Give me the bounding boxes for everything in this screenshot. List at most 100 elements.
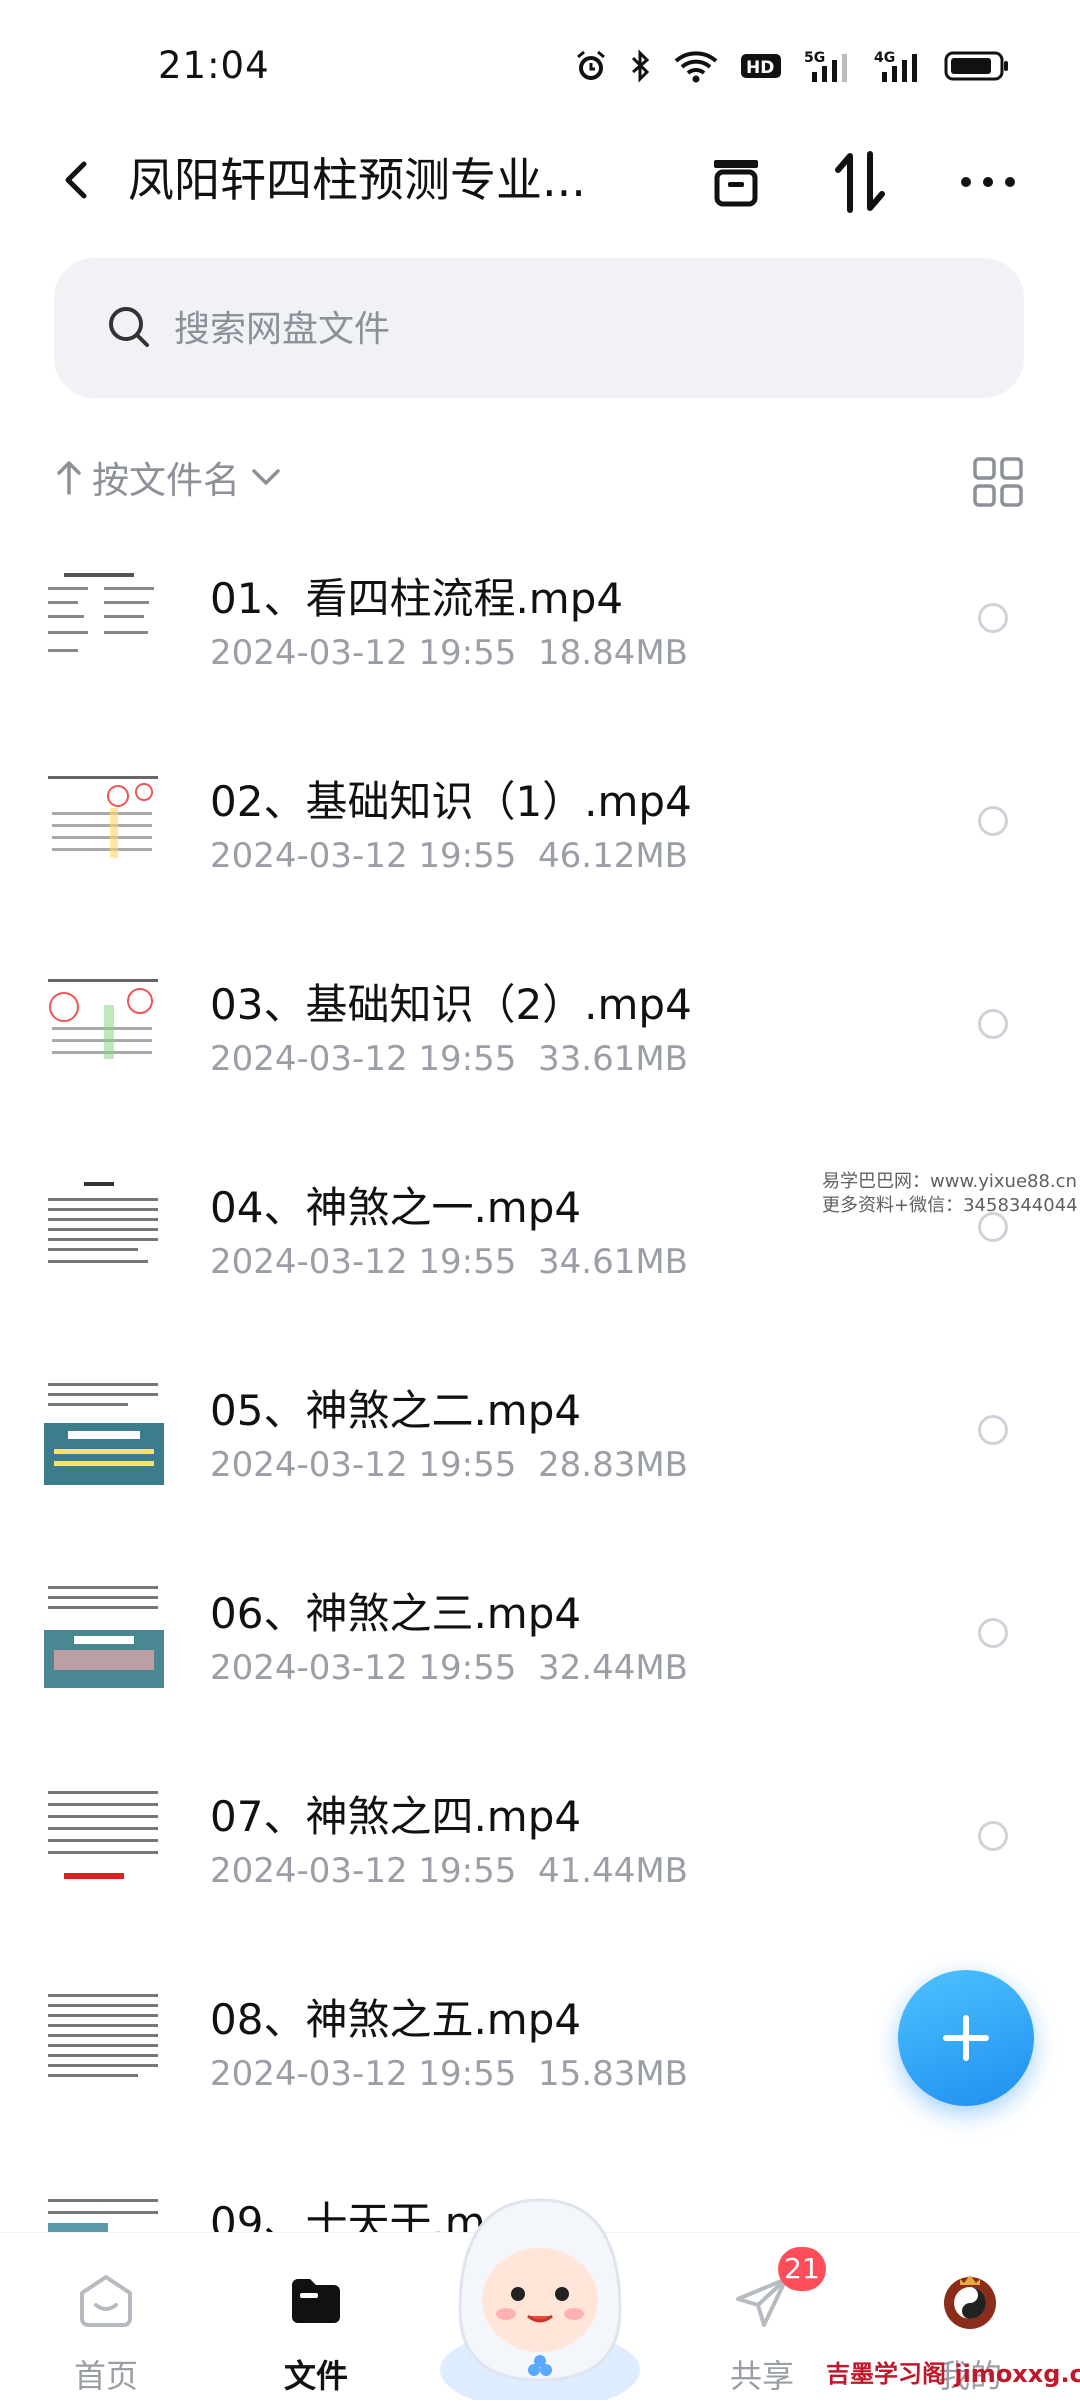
sort-transfer-button[interactable] — [824, 146, 896, 218]
arrow-up-icon — [57, 461, 81, 495]
file-name: 04、神煞之一.mp4 — [210, 1183, 582, 1232]
search-input[interactable] — [172, 288, 976, 370]
file-size: 28.83MB — [538, 1445, 689, 1485]
watermark-line-2: 更多资料+微信：3458344044 — [822, 1195, 1078, 1216]
video-thumbnail — [44, 1580, 164, 1688]
file-list: 01、看四柱流程.mp4 2024-03-12 19:55 18.84MB 02… — [0, 533, 1080, 2233]
bottom-watermark: 吉墨学习阁 jimoxxg.com — [826, 2360, 1080, 2388]
alarm-icon — [577, 50, 605, 80]
sort-dropdown[interactable]: 按文件名 — [54, 450, 284, 504]
4g-signal-icon: 4G — [874, 50, 917, 82]
file-meta: 2024-03-12 19:55 28.83MB — [210, 1445, 688, 1485]
status-bar: 21:04 HD 5G 4G — [0, 0, 1080, 130]
video-thumbnail — [44, 565, 164, 673]
select-checkbox[interactable] — [978, 806, 1008, 836]
file-date: 2024-03-12 19:55 — [210, 1851, 517, 1891]
nav-home[interactable]: 首页 — [26, 2251, 186, 2401]
nav-share[interactable]: 21 共享 — [682, 2247, 842, 2401]
file-size: 34.61MB — [538, 1242, 689, 1282]
page-title: 凤阳轩四柱预测专业... — [128, 153, 586, 207]
svg-text:5G: 5G — [804, 50, 825, 66]
select-checkbox[interactable] — [978, 1415, 1008, 1445]
svg-text:4G: 4G — [874, 50, 895, 66]
header-bar: 凤阳轩四柱预测专业... — [0, 130, 1080, 230]
5g-signal-icon: 5G — [804, 50, 847, 82]
nav-home-label: 首页 — [73, 2357, 138, 2395]
nav-share-label: 共享 — [729, 2357, 794, 2395]
file-size: 46.12MB — [538, 836, 689, 876]
nav-files-label: 文件 — [283, 2357, 348, 2395]
wifi-icon — [674, 51, 718, 83]
file-meta: 2024-03-12 19:55 34.61MB — [210, 1242, 688, 1282]
recycle-bin-icon — [714, 160, 758, 207]
file-name: 03、基础知识（2）.mp4 — [210, 980, 692, 1029]
avatar — [944, 2275, 996, 2329]
mascot-button[interactable] — [430, 2170, 650, 2404]
file-row[interactable]: 03、基础知识（2）.mp4 2024-03-12 19:55 33.61MB — [0, 939, 1080, 1142]
file-meta: 2024-03-12 19:55 46.12MB — [210, 836, 688, 876]
file-name: 01、看四柱流程.mp4 — [210, 574, 624, 623]
home-icon — [80, 2275, 132, 2327]
svg-text:HD: HD — [746, 58, 774, 78]
file-meta: 2024-03-12 19:55 15.83MB — [210, 2054, 688, 2094]
file-row[interactable]: 07、神煞之四.mp4 2024-03-12 19:55 41.44MB — [0, 1751, 1080, 1954]
chevron-down-icon — [252, 469, 280, 485]
file-date: 2024-03-12 19:55 — [210, 633, 517, 673]
file-date: 2024-03-12 19:55 — [210, 2054, 517, 2094]
file-date: 2024-03-12 19:55 — [210, 1242, 517, 1282]
status-time: 21:04 — [158, 44, 270, 87]
sort-bar: 按文件名 — [54, 450, 1024, 514]
video-thumbnail — [44, 1986, 164, 2094]
video-thumbnail — [44, 971, 164, 1079]
video-thumbnail — [44, 1783, 164, 1891]
file-row[interactable]: 01、看四柱流程.mp4 2024-03-12 19:55 18.84MB — [0, 533, 1080, 736]
file-row[interactable]: 05、神煞之二.mp4 2024-03-12 19:55 28.83MB — [0, 1345, 1080, 1548]
file-name: 07、神煞之四.mp4 — [210, 1792, 582, 1841]
folder-icon — [292, 2279, 340, 2323]
search-bar[interactable] — [54, 258, 1024, 398]
file-date: 2024-03-12 19:55 — [210, 1445, 517, 1485]
back-button[interactable] — [50, 152, 106, 208]
nav-files[interactable]: 文件 — [236, 2251, 396, 2401]
bluetooth-icon — [631, 49, 650, 83]
more-button[interactable] — [952, 146, 1024, 218]
watermark-line-1: 易学巴巴网：www.yixue88.cn — [822, 1171, 1077, 1192]
plus-icon — [943, 2015, 989, 2061]
file-size: 41.44MB — [538, 1851, 689, 1891]
file-date: 2024-03-12 19:55 — [210, 1648, 517, 1688]
more-icon — [961, 177, 1015, 187]
file-name: 02、基础知识（1）.mp4 — [210, 777, 692, 826]
hd-icon: HD — [741, 54, 781, 78]
file-meta: 2024-03-12 19:55 32.44MB — [210, 1648, 688, 1688]
add-button[interactable] — [898, 1970, 1034, 2106]
file-size: 15.83MB — [538, 2054, 689, 2094]
watermark-text: 易学巴巴网：www.yixue88.cn 更多资料+微信：3458344044 — [822, 1170, 1078, 1218]
select-checkbox[interactable] — [978, 1618, 1008, 1648]
file-date: 2024-03-12 19:55 — [210, 836, 517, 876]
file-size: 32.44MB — [538, 1648, 689, 1688]
search-icon — [109, 307, 149, 347]
video-thumbnail — [44, 2189, 164, 2233]
select-checkbox[interactable] — [978, 1009, 1008, 1039]
video-thumbnail — [44, 1174, 164, 1282]
battery-icon — [944, 51, 1008, 81]
grid-view-icon — [973, 457, 1023, 507]
file-row[interactable]: 02、基础知识（1）.mp4 2024-03-12 19:55 46.12MB — [0, 736, 1080, 939]
file-row[interactable]: 06、神煞之三.mp4 2024-03-12 19:55 32.44MB — [0, 1548, 1080, 1751]
back-icon — [65, 161, 87, 199]
file-name: 06、神煞之三.mp4 — [210, 1589, 582, 1638]
file-date: 2024-03-12 19:55 — [210, 1039, 517, 1079]
file-meta: 2024-03-12 19:55 33.61MB — [210, 1039, 688, 1079]
sort-transfer-icon — [835, 151, 885, 213]
file-size: 18.84MB — [538, 633, 689, 673]
select-checkbox[interactable] — [978, 1821, 1008, 1851]
video-thumbnail — [44, 1377, 164, 1485]
mascot-icon — [440, 2198, 640, 2404]
grid-view-button[interactable] — [972, 456, 1024, 508]
file-meta: 2024-03-12 19:55 18.84MB — [210, 633, 688, 673]
file-meta: 2024-03-12 19:55 41.44MB — [210, 1851, 688, 1891]
select-checkbox[interactable] — [978, 603, 1008, 633]
file-name: 08、神煞之五.mp4 — [210, 1995, 582, 2044]
recycle-bin-button[interactable] — [700, 146, 772, 218]
status-icons: HD 5G 4G — [574, 48, 1010, 84]
